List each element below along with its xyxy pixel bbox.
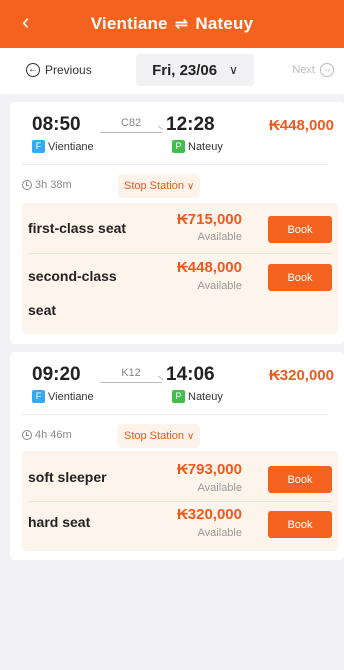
seat-price: ₭793,000 xyxy=(176,461,242,478)
book-button[interactable]: Book xyxy=(268,466,332,493)
destination-station-name: Nateuy xyxy=(188,140,223,153)
seat-availability: Available xyxy=(197,482,242,494)
station-tag-icon: P xyxy=(172,390,185,403)
arrow-right-icon: → xyxy=(320,63,334,77)
lowest-price: ₭320,000 xyxy=(268,367,334,384)
seat-row: first-class seat ₭715,000 Available Book xyxy=(22,203,338,251)
back-icon[interactable]: ‹ xyxy=(22,10,29,34)
seat-price: ₭320,000 xyxy=(176,506,242,523)
origin-station: F Vientiane xyxy=(32,140,94,153)
selected-date: Fri, 23/06 xyxy=(152,61,218,79)
chevron-down-icon: ∨ xyxy=(186,180,195,192)
seat-row: second-class seat ₭448,000 Available Boo… xyxy=(22,254,338,334)
date-selector[interactable]: Fri, 23/06 ∨ xyxy=(136,54,254,86)
seat-list: soft sleeper ₭793,000 Available Book har… xyxy=(22,451,338,551)
seat-class: second-class xyxy=(28,268,117,284)
chevron-down-icon: ∨ xyxy=(229,63,238,77)
arrival-time: 12:28 xyxy=(166,114,215,135)
clock-icon xyxy=(22,430,32,440)
seat-class: soft sleeper xyxy=(28,469,107,485)
seat-price: ₭448,000 xyxy=(176,259,242,276)
station-tag-icon: F xyxy=(32,390,45,403)
origin-city: Vientiane xyxy=(90,14,168,33)
duration-text: 3h 38m xyxy=(35,179,72,191)
stop-station-label: Stop Station xyxy=(124,430,184,442)
divider xyxy=(22,164,328,165)
train-summary: 08:50 C82 12:28 ₭448,000 F Vientiane P N… xyxy=(22,114,334,154)
seat-availability: Available xyxy=(197,527,242,539)
destination-station-name: Nateuy xyxy=(188,390,223,403)
book-button[interactable]: Book xyxy=(268,216,332,243)
destination-city: Nateuy xyxy=(195,14,254,33)
chevron-down-icon: ∨ xyxy=(186,430,195,442)
trip-meta: 4h 46m Stop Station ∨ xyxy=(22,424,328,448)
seat-row: soft sleeper ₭793,000 Available Book xyxy=(22,451,338,499)
train-card[interactable]: 08:50 C82 12:28 ₭448,000 F Vientiane P N… xyxy=(10,102,344,344)
next-label: Next xyxy=(292,64,315,76)
seat-price: ₭715,000 xyxy=(176,211,242,228)
previous-day-button[interactable]: ← Previous xyxy=(26,63,92,77)
app-header: ‹ Vientiane ⇌ Nateuy xyxy=(0,0,344,48)
seat-list: first-class seat ₭715,000 Available Book… xyxy=(22,203,338,334)
book-button[interactable]: Book xyxy=(268,264,332,291)
train-code: C82 xyxy=(120,117,142,129)
arrival-time: 14:06 xyxy=(166,364,215,385)
seat-row: hard seat ₭320,000 Available Book xyxy=(22,502,338,551)
divider xyxy=(22,414,328,415)
train-code: K12 xyxy=(121,367,141,379)
duration: 3h 38m xyxy=(22,179,72,191)
destination-station: P Nateuy xyxy=(172,140,223,153)
seat-availability: Available xyxy=(197,280,242,292)
origin-station-name: Vientiane xyxy=(48,140,94,153)
seat-class-continued: seat xyxy=(28,302,57,318)
departure-time: 08:50 xyxy=(32,114,81,135)
seat-class: first-class seat xyxy=(28,220,127,236)
next-day-button[interactable]: Next → xyxy=(292,63,334,77)
train-card[interactable]: 09:20 K12 14:06 ₭320,000 F Vientiane P N… xyxy=(10,352,344,560)
previous-label: Previous xyxy=(45,63,92,77)
departure-time: 09:20 xyxy=(32,364,81,385)
swap-icon[interactable]: ⇌ xyxy=(175,14,189,34)
seat-class: hard seat xyxy=(28,514,91,530)
date-bar: ← Previous Fri, 23/06 ∨ Next → xyxy=(0,48,344,94)
book-button[interactable]: Book xyxy=(268,511,332,538)
arrow-left-icon: ← xyxy=(26,63,40,77)
origin-station-name: Vientiane xyxy=(48,390,94,403)
stop-station-dropdown[interactable]: Stop Station ∨ xyxy=(118,174,201,198)
destination-station: P Nateuy xyxy=(172,390,223,403)
duration-text: 4h 46m xyxy=(35,429,72,441)
trip-meta: 3h 38m Stop Station ∨ xyxy=(22,174,328,198)
route-arrow xyxy=(100,382,162,383)
station-tag-icon: P xyxy=(172,140,185,153)
stop-station-label: Stop Station xyxy=(124,180,184,192)
seat-availability: Available xyxy=(197,231,242,243)
route-arrow xyxy=(100,132,162,133)
stop-station-dropdown[interactable]: Stop Station ∨ xyxy=(118,424,201,448)
train-summary: 09:20 K12 14:06 ₭320,000 F Vientiane P N… xyxy=(22,364,334,404)
clock-icon xyxy=(22,180,32,190)
station-tag-icon: F xyxy=(32,140,45,153)
lowest-price: ₭448,000 xyxy=(268,117,334,134)
origin-station: F Vientiane xyxy=(32,390,94,403)
route-title: Vientiane ⇌ Nateuy xyxy=(91,14,254,34)
duration: 4h 46m xyxy=(22,429,72,441)
